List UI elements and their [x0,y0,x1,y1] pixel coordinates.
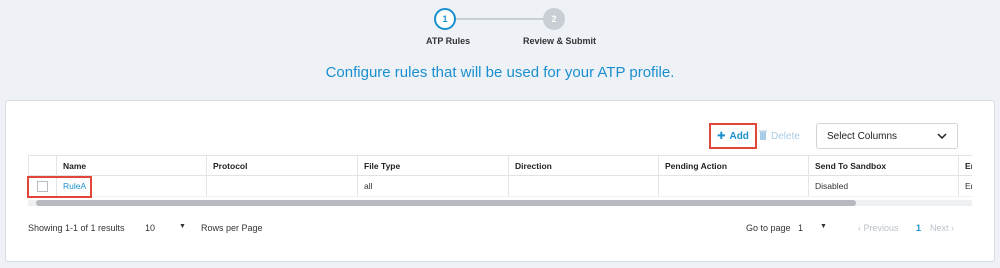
next-page-button[interactable]: Next › [930,223,954,233]
rows-per-page-label: Rows per Page [201,223,263,233]
add-button-label: Add [729,130,749,142]
cell-file-type: all [357,176,508,196]
add-button[interactable]: ✚ Add [709,123,757,149]
rules-table: Name Protocol File Type Direction Pendin… [28,155,972,201]
previous-page-button[interactable]: ‹ Previous [858,223,899,233]
pagination-bar: Showing 1-1 of 1 results 10 ▼ Rows per P… [28,219,972,239]
cell-protocol [206,176,357,196]
step-1-indicator[interactable]: 1 [434,8,456,30]
trash-icon [759,130,767,143]
previous-label: Previous [863,223,899,233]
step-1-label: ATP Rules [426,36,471,46]
column-header-file-type[interactable]: File Type [357,156,508,175]
chevron-down-icon [937,131,947,142]
cell-en: En [958,176,972,196]
cell-direction [508,176,658,196]
table-header: Name Protocol File Type Direction Pendin… [28,155,972,176]
select-columns-label: Select Columns [827,130,898,142]
column-header-protocol[interactable]: Protocol [206,156,357,175]
rules-panel: ✚ Add Delete Select Columns Name Protoco… [5,100,995,262]
column-header-en[interactable]: En [958,156,972,175]
column-header-pending-action[interactable]: Pending Action [658,156,808,175]
current-page-number[interactable]: 1 [916,223,921,233]
select-columns-dropdown[interactable]: Select Columns [816,123,958,149]
stepper: 1 2 ATP Rules Review & Submit [0,8,1000,48]
caret-down-icon[interactable]: ▼ [820,223,827,230]
caret-down-icon[interactable]: ▼ [179,223,186,230]
column-header-name[interactable]: Name [56,156,206,175]
page-headline: Configure rules that will be used for yo… [325,64,675,81]
scrollbar-thumb[interactable] [36,200,856,206]
results-count: Showing 1-1 of 1 results [28,223,125,233]
cell-send-to-sandbox: Disabled [808,176,958,196]
delete-button-label: Delete [771,131,800,142]
delete-button[interactable]: Delete [759,130,800,143]
row-highlight-box [27,176,92,198]
column-header-send-to-sandbox[interactable]: Send To Sandbox [808,156,958,175]
step-2-label: Review & Submit [523,36,597,46]
chevron-left-icon: ‹ [858,223,861,233]
step-2-indicator[interactable]: 2 [543,8,565,30]
table-row: RuleA all Disabled En [28,176,972,197]
go-to-page-select[interactable]: 1 [798,223,803,233]
page-size-select[interactable]: 10 [145,223,155,233]
plus-icon: ✚ [717,130,726,142]
horizontal-scrollbar[interactable] [28,200,972,206]
next-label: Next [930,223,949,233]
cell-pending-action [658,176,808,196]
chevron-right-icon: › [951,223,955,233]
go-to-page-label: Go to page [746,223,791,233]
header-select-cell [28,156,56,175]
column-header-direction[interactable]: Direction [508,156,658,175]
stepper-connector [454,18,544,20]
